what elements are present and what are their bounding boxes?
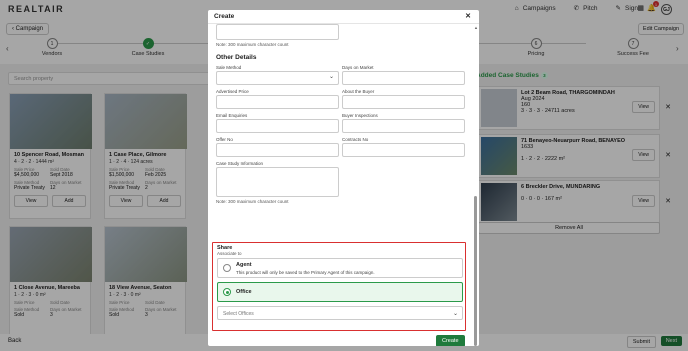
option-title: Office bbox=[236, 289, 252, 295]
field-label: Advertised Price bbox=[216, 89, 249, 94]
modal-scrollbar[interactable] bbox=[474, 196, 477, 346]
scroll-up-icon[interactable]: ▲ bbox=[474, 25, 478, 30]
section-heading: Other Details bbox=[216, 54, 257, 61]
option-description: This product will only be saved to the P… bbox=[236, 270, 375, 275]
description-textarea[interactable] bbox=[216, 24, 339, 40]
offer-no-input[interactable] bbox=[216, 143, 339, 157]
field-label: Case Study Information bbox=[216, 161, 264, 166]
email-enquiries-input[interactable] bbox=[216, 119, 339, 133]
buyer-inspections-input[interactable] bbox=[342, 119, 465, 133]
field-label: Sale Method bbox=[216, 65, 242, 70]
create-button[interactable]: Create bbox=[436, 335, 465, 346]
office-option[interactable]: Office bbox=[217, 282, 463, 302]
modal-body: Note: 300 maximum character count Other … bbox=[208, 24, 473, 346]
days-on-market-input[interactable] bbox=[342, 71, 465, 85]
modal-header: Create ✕ bbox=[208, 10, 479, 24]
modal-title: Create bbox=[214, 13, 235, 20]
share-section: Share Associate to Agent This product wi… bbox=[212, 242, 466, 331]
character-count-note: Note: 300 maximum character count bbox=[216, 42, 289, 47]
character-count-note: Note: 300 maximum character count bbox=[216, 199, 289, 204]
field-label: Buyer Inspections bbox=[342, 113, 378, 118]
close-icon[interactable]: ✕ bbox=[465, 12, 471, 20]
field-label: About the Buyer bbox=[342, 89, 375, 94]
office-radio[interactable] bbox=[223, 288, 231, 296]
case-study-info-textarea[interactable] bbox=[216, 167, 339, 197]
select-placeholder: Select Offices bbox=[223, 311, 254, 317]
share-subtitle: Associate to bbox=[217, 251, 242, 256]
contracts-no-input[interactable] bbox=[342, 143, 465, 157]
select-offices-dropdown[interactable]: Select Offices ⌄ bbox=[217, 306, 463, 320]
agent-radio[interactable] bbox=[223, 264, 231, 272]
advertised-price-input[interactable] bbox=[216, 95, 339, 109]
agent-option[interactable]: Agent This product will only be saved to… bbox=[217, 258, 463, 278]
field-label: Contracts No bbox=[342, 137, 369, 142]
option-title: Agent bbox=[236, 262, 252, 268]
sale-method-select[interactable]: ⌄ bbox=[216, 71, 339, 85]
about-buyer-input[interactable] bbox=[342, 95, 465, 109]
field-label: Days on Market bbox=[342, 65, 374, 70]
create-modal: Create ✕ Note: 300 maximum character cou… bbox=[208, 10, 479, 346]
chevron-down-icon: ⌄ bbox=[328, 74, 334, 80]
chevron-down-icon: ⌄ bbox=[452, 311, 458, 317]
field-label: Email Enquiries bbox=[216, 113, 248, 118]
field-label: Offer No bbox=[216, 137, 233, 142]
